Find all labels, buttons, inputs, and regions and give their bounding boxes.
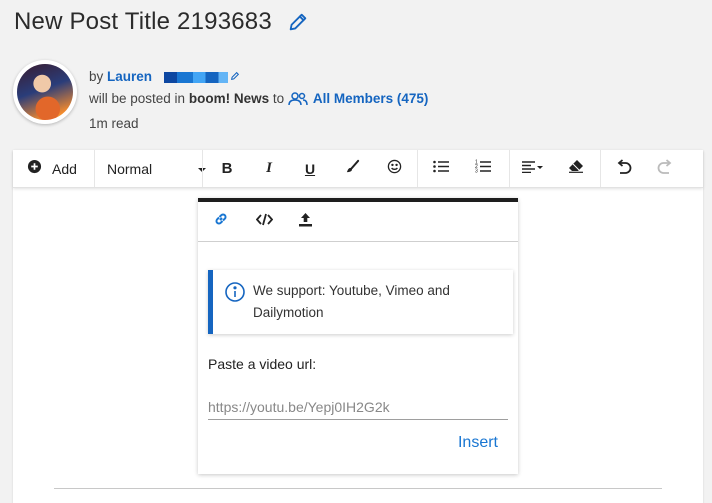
edit-title-pencil-icon[interactable] [286,10,310,34]
bold-button[interactable]: B [214,150,240,187]
paste-url-label: Paste a video url: [208,356,317,372]
embed-tabs [198,202,518,242]
bold-icon: B [221,160,233,177]
members-icon [288,91,308,113]
author-avatar[interactable] [13,60,77,124]
editor-toolbar: Add Normal B I U 1 2 3 [13,150,703,188]
avatar-image [17,64,73,120]
insert-button[interactable]: Insert [458,434,498,452]
numbered-list-button[interactable]: 123 [470,150,496,187]
tab-embed-code[interactable] [242,202,286,241]
undo-button[interactable] [611,150,637,187]
redo-button[interactable] [652,150,678,187]
video-embed-popup: We support: Youtube, Vimeo and Dailymoti… [198,198,518,474]
brush-button[interactable] [339,150,365,187]
post-meta: by Lauren will be posted in boom! News t… [89,66,428,135]
channel-name[interactable]: boom! News [189,91,269,106]
tab-link[interactable] [199,202,243,241]
info-notice: We support: Youtube, Vimeo and Dailymoti… [208,270,513,334]
info-text: We support: Youtube, Vimeo and Dailymoti… [253,283,450,320]
brush-icon [345,159,360,179]
underline-button[interactable]: U [297,150,323,187]
text-style-select[interactable]: Normal [107,150,207,187]
to-text: to [272,91,285,107]
info-icon [225,282,245,307]
text-style-value: Normal [107,160,153,177]
toolbar-divider [509,150,510,187]
add-label: Add [52,160,77,177]
undo-icon [616,158,632,179]
title-row: New Post Title 2193683 [14,8,310,36]
video-url-input[interactable] [208,395,508,420]
code-icon [255,213,273,231]
tab-upload[interactable] [283,202,327,241]
toolbar-divider [600,150,601,187]
emoji-icon [387,159,402,179]
italic-button[interactable]: I [256,150,282,187]
read-time: 1m read [89,116,139,132]
posted-in-line: will be posted in boom! News to All Memb… [89,88,428,113]
toolbar-divider [94,150,95,187]
by-prefix: by [89,69,104,84]
add-button[interactable]: Add [27,150,87,187]
emoji-button[interactable] [381,150,407,187]
posted-in-text: will be posted in [89,91,186,107]
align-icon [522,160,544,178]
redo-icon [657,158,673,179]
eraser-icon [568,159,584,178]
content-divider [54,488,662,489]
upload-icon [298,212,313,232]
link-icon [213,211,229,232]
author-line: by Lauren [89,66,428,88]
toolbar-divider [417,150,418,187]
author-name-link[interactable]: Lauren [107,69,152,84]
redacted-block [163,71,228,83]
svg-text:3: 3 [475,169,478,174]
post-editor-page: New Post Title 2193683 by Lauren will be… [0,0,712,503]
audience-link[interactable]: All Members (475) [313,91,429,106]
add-icon [27,159,42,179]
align-dropdown[interactable] [518,150,548,187]
post-title: New Post Title 2193683 [14,8,272,35]
underline-icon: U [304,160,316,177]
toolbar-divider [202,150,203,187]
clear-format-button[interactable] [563,150,589,187]
bullet-list-button[interactable] [428,150,454,187]
italic-icon: I [266,160,272,176]
small-pencil-icon[interactable] [230,66,240,88]
bullet-list-icon [433,160,449,178]
numbered-list-icon: 123 [475,159,491,178]
